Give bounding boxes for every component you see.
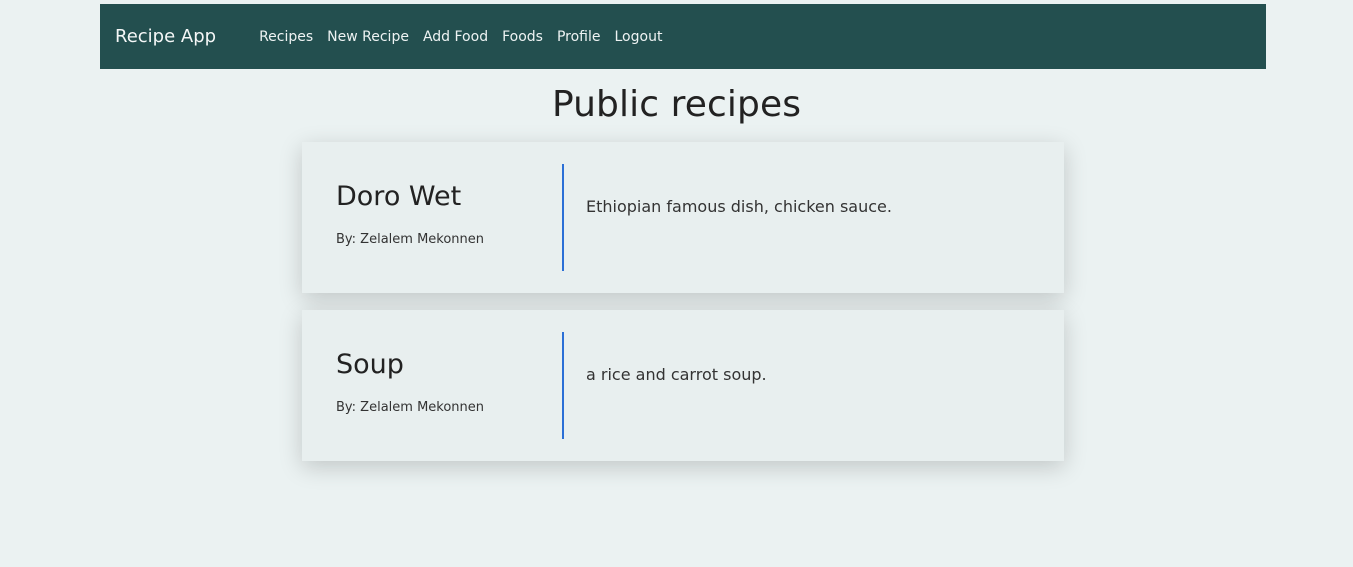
nav-link-foods[interactable]: Foods [502,29,543,45]
recipe-description: Ethiopian famous dish, chicken sauce. [586,197,892,216]
nav-link-new-recipe[interactable]: New Recipe [327,29,409,45]
page-title: Public recipes [551,84,802,125]
card-divider [562,332,564,439]
nav-links: Recipes New Recipe Add Food Foods Profil… [259,29,676,45]
recipe-author: By: Zelalem Mekonnen [336,232,485,247]
recipe-author: By: Zelalem Mekonnen [336,400,485,415]
recipe-card-header: Soup By: Zelalem Mekonnen [302,310,562,461]
recipe-card[interactable]: Doro Wet By: Zelalem Mekonnen Ethiopian … [302,142,1064,293]
recipe-description: a rice and carrot soup. [586,365,767,384]
nav-link-profile[interactable]: Profile [557,29,601,45]
navbar: Recipe App Recipes New Recipe Add Food F… [100,4,1266,69]
brand-link[interactable]: Recipe App [115,26,216,47]
recipe-title: Doro Wet [336,181,462,212]
nav-link-logout[interactable]: Logout [615,29,663,45]
nav-link-add-food[interactable]: Add Food [423,29,488,45]
recipe-card-header: Doro Wet By: Zelalem Mekonnen [302,142,562,293]
recipe-title: Soup [336,349,404,380]
nav-link-recipes[interactable]: Recipes [259,29,313,45]
recipe-card[interactable]: Soup By: Zelalem Mekonnen a rice and car… [302,310,1064,461]
card-divider [562,164,564,271]
recipe-list: Doro Wet By: Zelalem Mekonnen Ethiopian … [302,142,1064,478]
